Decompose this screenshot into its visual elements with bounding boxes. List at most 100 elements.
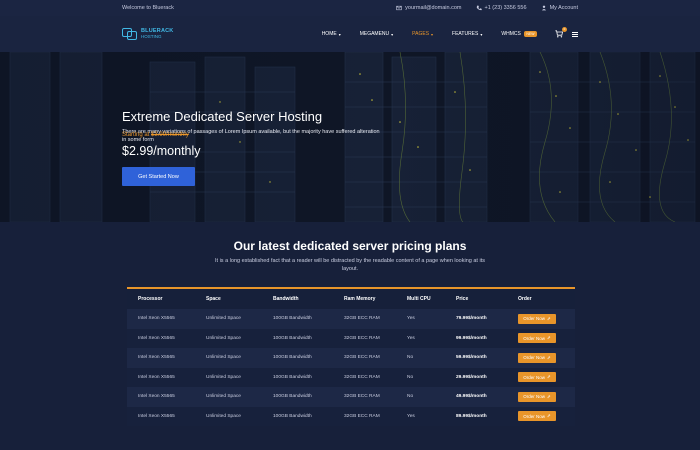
processor-cell: Intel Xeon X5565: [127, 406, 195, 426]
envelope-icon: [396, 5, 402, 11]
nav-label: WHMCS: [501, 31, 521, 37]
external-link-icon: ⇗: [546, 315, 551, 321]
hero-title: Extreme Dedicated Server Hosting: [122, 109, 323, 124]
order-cell: Order Now ⇗: [507, 348, 575, 368]
ram-cell: 32GB ECC RAM: [333, 367, 396, 387]
order-now-button[interactable]: Order Now ⇗: [518, 391, 556, 402]
column-header: Ram Memory: [333, 289, 396, 309]
processor-cell: Intel Xeon X5565: [127, 387, 195, 407]
order-cell: Order Now ⇗: [507, 328, 575, 348]
bandwidth-cell: 100GB Bandwidth: [262, 328, 333, 348]
ram-cell: 32GB ECC RAM: [333, 328, 396, 348]
phone-icon: [476, 5, 482, 11]
hero-price: $2.99/monthly: [122, 144, 201, 158]
cart-button[interactable]: 0: [555, 27, 567, 38]
order-label: Order Now: [523, 316, 545, 322]
logo[interactable]: BLUERACK HOSTING: [122, 28, 173, 40]
order-now-button[interactable]: Order Now ⇗: [518, 313, 556, 324]
order-label: Order Now: [523, 374, 545, 380]
multi-cpu-cell: Yes: [396, 328, 445, 348]
nav-item-home[interactable]: HOME ▾: [322, 31, 341, 37]
nav-item-features[interactable]: FEATURES ▾: [452, 31, 482, 37]
column-header: Processor: [127, 289, 195, 309]
bandwidth-cell: 100GB Bandwidth: [262, 309, 333, 329]
ram-cell: 32GB ECC RAM: [333, 387, 396, 407]
multi-cpu-cell: No: [396, 367, 445, 387]
ram-cell: 32GB ECC RAM: [333, 309, 396, 329]
user-icon: [541, 5, 546, 11]
main-header: BLUERACK HOSTING HOME ▾ MEGAMENU ▾ PAGES…: [0, 16, 700, 52]
space-cell: Unlimited Space: [195, 387, 262, 407]
table-row: Intel Xeon X5565 Unlimited Space 100GB B…: [127, 328, 575, 348]
chevron-down-icon: ▾: [480, 31, 483, 37]
table-row: Intel Xeon X5565 Unlimited Space 100GB B…: [127, 367, 575, 387]
table-row: Intel Xeon X5565 Unlimited Space 100GB B…: [127, 348, 575, 368]
processor-cell: Intel Xeon X5565: [127, 309, 195, 329]
nav-label: HOME: [321, 31, 337, 37]
nav-label: FEATURES: [452, 31, 479, 37]
nav-label: PAGES: [412, 31, 430, 37]
chevron-down-icon: ▾: [391, 31, 394, 37]
external-link-icon: ⇗: [546, 393, 551, 399]
email-text: yourmail@domain.com: [405, 5, 462, 11]
account-text: My Account: [549, 5, 578, 11]
order-now-button[interactable]: Order Now ⇗: [518, 372, 556, 383]
column-header: Multi CPU: [396, 289, 445, 309]
phone-text: +1 (23) 3356 556: [484, 5, 527, 11]
order-cell: Order Now ⇗: [507, 387, 575, 407]
space-cell: Unlimited Space: [195, 309, 262, 329]
pricing-subtitle: It is a long established fact that a rea…: [215, 258, 485, 272]
nav-item-whmcs[interactable]: WHMCS NEW: [501, 31, 537, 37]
order-now-button[interactable]: Order Now ⇗: [518, 411, 556, 422]
column-header: Order: [507, 289, 575, 309]
nav-item-megamenu[interactable]: MEGAMENU ▾: [360, 31, 393, 37]
logo-sub: HOSTING: [141, 34, 162, 39]
pricing-title: Our latest dedicated server pricing plan…: [233, 239, 467, 253]
ram-cell: 32GB ECC RAM: [333, 406, 396, 426]
phone-link[interactable]: +1 (23) 3356 556: [476, 5, 527, 11]
column-header: Space: [195, 289, 262, 309]
get-started-button[interactable]: Get Started Now: [122, 167, 195, 186]
order-now-button[interactable]: Order Now ⇗: [518, 333, 556, 344]
pricing-table: Processor Space Bandwidth Ram Memory Mul…: [127, 287, 575, 426]
account-link[interactable]: My Account: [541, 5, 578, 11]
multi-cpu-cell: No: [396, 348, 445, 368]
starting-label: Starting at: [122, 132, 152, 138]
price-cell: 59.99$/month: [445, 348, 507, 368]
multi-cpu-cell: Yes: [396, 406, 445, 426]
table-header-row: Processor Space Bandwidth Ram Memory Mul…: [127, 289, 575, 309]
price-cell: 49.99$/month: [445, 387, 507, 407]
email-link[interactable]: yourmail@domain.com: [396, 5, 462, 11]
starting-price: Starting at $3.99/monthly: [122, 132, 189, 138]
nav-item-pages[interactable]: PAGES ▾: [412, 31, 433, 37]
table-row: Intel Xeon X5565 Unlimited Space 100GB B…: [127, 406, 575, 426]
new-badge: NEW: [523, 31, 537, 37]
bandwidth-cell: 100GB Bandwidth: [262, 348, 333, 368]
main-nav: HOME ▾ MEGAMENU ▾ PAGES ▾ FEATURES ▾ WHM…: [303, 27, 578, 38]
space-cell: Unlimited Space: [195, 367, 262, 387]
logo-icon: [122, 28, 138, 40]
order-cell: Order Now ⇗: [507, 309, 575, 329]
order-cell: Order Now ⇗: [507, 367, 575, 387]
price-cell: 29.99$/month: [445, 367, 507, 387]
bandwidth-cell: 100GB Bandwidth: [262, 406, 333, 426]
processor-cell: Intel Xeon X5565: [127, 367, 195, 387]
order-now-button[interactable]: Order Now ⇗: [518, 352, 556, 363]
old-price: $3.99/monthly: [151, 132, 189, 138]
hero-banner: Extreme Dedicated Server Hosting There a…: [0, 52, 700, 222]
chevron-down-icon: ▾: [431, 31, 434, 37]
order-label: Order Now: [523, 335, 545, 341]
column-header: Price: [445, 289, 507, 309]
nav-label: MEGAMENU: [359, 31, 390, 37]
table-row: Intel Xeon X5565 Unlimited Space 100GB B…: [127, 309, 575, 329]
hamburger-icon[interactable]: [572, 31, 578, 37]
price-cell: 79.99$/month: [445, 309, 507, 329]
processor-cell: Intel Xeon X5565: [127, 328, 195, 348]
external-link-icon: ⇗: [546, 374, 551, 380]
cart-count: 0: [562, 27, 567, 32]
price-cell: 89.99$/month: [445, 406, 507, 426]
space-cell: Unlimited Space: [195, 328, 262, 348]
space-cell: Unlimited Space: [195, 406, 262, 426]
ram-cell: 32GB ECC RAM: [333, 348, 396, 368]
multi-cpu-cell: Yes: [396, 309, 445, 329]
